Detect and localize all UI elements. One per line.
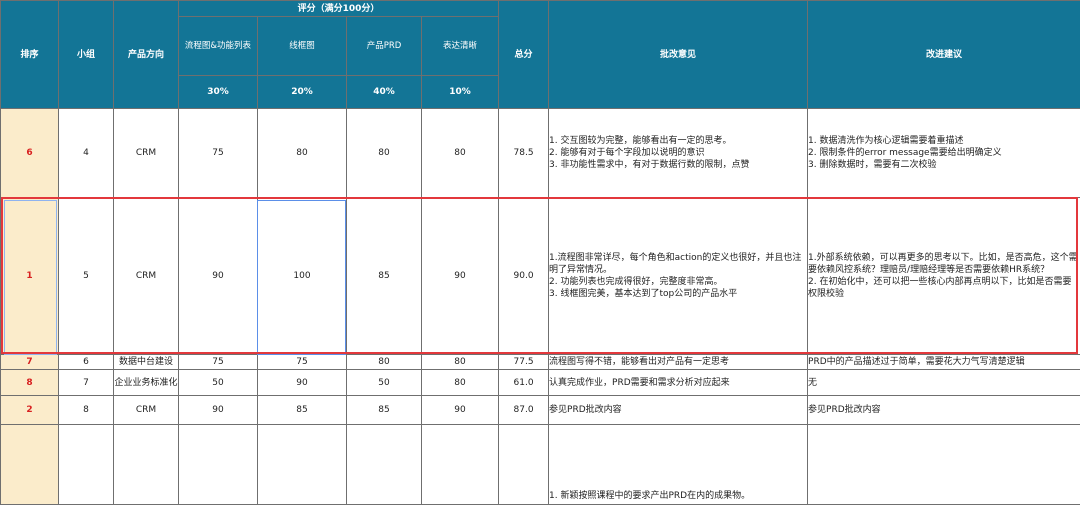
cell-comments[interactable]: 认真完成作业，PRD需要和需求分析对应起来 bbox=[549, 370, 808, 396]
cell-direction[interactable] bbox=[114, 425, 179, 505]
cell-score-clarity[interactable]: 90 bbox=[422, 396, 499, 425]
cell-score-flowchart[interactable]: 75 bbox=[179, 355, 258, 370]
weight-flowchart[interactable]: 30% bbox=[179, 76, 258, 109]
cell-suggestions[interactable]: 无 bbox=[808, 370, 1080, 396]
cell-comments[interactable]: 流程图写得不错，能够看出对产品有一定思考 bbox=[549, 355, 808, 370]
cell-suggestions[interactable]: 1.外部系统依赖，可以再更多的思考以下。比如，是否高危，这个需要依赖风控系统？理… bbox=[808, 198, 1080, 355]
cell-score-prd[interactable]: 85 bbox=[347, 396, 422, 425]
cell-rank[interactable]: 2 bbox=[1, 396, 59, 425]
table-row: 8 7 企业业务标准化 50 90 50 80 61.0 认真完成作业，PRD需… bbox=[1, 370, 1080, 396]
cell-score-flowchart[interactable]: 90 bbox=[179, 396, 258, 425]
header-criterion-flowchart[interactable]: 流程图&功能列表 bbox=[179, 17, 258, 76]
cell-direction[interactable]: 数据中台建设 bbox=[114, 355, 179, 370]
cell-comments[interactable]: 1. 交互图较为完整，能够看出有一定的思考。 2. 能够有对于每个字段加以说明的… bbox=[549, 109, 808, 198]
header-total[interactable]: 总分 bbox=[499, 1, 549, 109]
cell-direction[interactable]: CRM bbox=[114, 198, 179, 355]
header-group[interactable]: 小组 bbox=[59, 1, 114, 109]
cell-score-wireframe[interactable]: 90 bbox=[258, 370, 347, 396]
cell-group[interactable] bbox=[59, 425, 114, 505]
table-row: 1 5 CRM 90 100 85 90 90.0 1.流程图非常详尽，每个角色… bbox=[1, 198, 1080, 355]
cell-comments[interactable]: 1. 新颖按照课程中的要求产出PRD在内的成果物。 bbox=[549, 425, 808, 505]
cell-group[interactable]: 6 bbox=[59, 355, 114, 370]
cell-score-flowchart[interactable]: 90 bbox=[179, 198, 258, 355]
cell-comments[interactable]: 1.流程图非常详尽，每个角色和action的定义也很好，并且也注明了异常情况。 … bbox=[549, 198, 808, 355]
table-row: 6 4 CRM 75 80 80 80 78.5 1. 交互图较为完整，能够看出… bbox=[1, 109, 1080, 198]
cell-score-prd[interactable] bbox=[347, 425, 422, 505]
cell-total[interactable]: 87.0 bbox=[499, 396, 549, 425]
cell-score-flowchart[interactable]: 50 bbox=[179, 370, 258, 396]
cell-score-prd[interactable]: 80 bbox=[347, 109, 422, 198]
cell-group[interactable]: 8 bbox=[59, 396, 114, 425]
cell-score-wireframe[interactable] bbox=[258, 425, 347, 505]
cell-score-clarity[interactable]: 80 bbox=[422, 109, 499, 198]
cell-suggestions[interactable] bbox=[808, 425, 1080, 505]
cell-score-wireframe[interactable]: 85 bbox=[258, 396, 347, 425]
cell-total[interactable]: 77.5 bbox=[499, 355, 549, 370]
cell-direction[interactable]: CRM bbox=[114, 396, 179, 425]
cell-rank[interactable]: 8 bbox=[1, 370, 59, 396]
cell-group[interactable]: 5 bbox=[59, 198, 114, 355]
cell-total[interactable]: 61.0 bbox=[499, 370, 549, 396]
cell-total[interactable]: 78.5 bbox=[499, 109, 549, 198]
header-criterion-wireframe[interactable]: 线框图 bbox=[258, 17, 347, 76]
cell-suggestions[interactable]: 1. 数据清洗作为核心逻辑需要着重描述 2. 限制条件的error messag… bbox=[808, 109, 1080, 198]
cell-direction[interactable]: 企业业务标准化 bbox=[114, 370, 179, 396]
cell-score-prd[interactable]: 50 bbox=[347, 370, 422, 396]
cell-score-wireframe[interactable]: 80 bbox=[258, 109, 347, 198]
cell-group[interactable]: 4 bbox=[59, 109, 114, 198]
cell-score-clarity[interactable] bbox=[422, 425, 499, 505]
header-suggestions[interactable]: 改进建议 bbox=[808, 1, 1080, 109]
header-score-group[interactable]: 评分（满分100分） bbox=[179, 1, 499, 17]
header-rank[interactable]: 排序 bbox=[1, 1, 59, 109]
cell-score-wireframe[interactable]: 75 bbox=[258, 355, 347, 370]
table-row: 7 6 数据中台建设 75 75 80 80 77.5 流程图写得不错，能够看出… bbox=[1, 355, 1080, 370]
cell-direction[interactable]: CRM bbox=[114, 109, 179, 198]
cell-score-flowchart[interactable] bbox=[179, 425, 258, 505]
score-sheet: 排序 小组 产品方向 评分（满分100分） 总分 批改意见 改进建议 流程图&功… bbox=[0, 0, 1080, 480]
cell-score-wireframe[interactable]: 100 bbox=[258, 198, 347, 355]
cell-group[interactable]: 7 bbox=[59, 370, 114, 396]
cell-total[interactable] bbox=[499, 425, 549, 505]
cell-score-clarity[interactable]: 90 bbox=[422, 198, 499, 355]
cell-suggestions[interactable]: 参见PRD批改内容 bbox=[808, 396, 1080, 425]
cell-score-clarity[interactable]: 80 bbox=[422, 370, 499, 396]
cell-rank[interactable] bbox=[1, 425, 59, 505]
cell-score-flowchart[interactable]: 75 bbox=[179, 109, 258, 198]
score-table: 排序 小组 产品方向 评分（满分100分） 总分 批改意见 改进建议 流程图&功… bbox=[0, 0, 1080, 505]
cell-score-clarity[interactable]: 80 bbox=[422, 355, 499, 370]
cell-rank[interactable]: 6 bbox=[1, 109, 59, 198]
table-row: 2 8 CRM 90 85 85 90 87.0 参见PRD批改内容 参见PRD… bbox=[1, 396, 1080, 425]
header-criterion-clarity[interactable]: 表达清晰 bbox=[422, 17, 499, 76]
cell-rank[interactable]: 1 bbox=[1, 198, 59, 355]
cell-score-prd[interactable]: 85 bbox=[347, 198, 422, 355]
weight-clarity[interactable]: 10% bbox=[422, 76, 499, 109]
cell-rank[interactable]: 7 bbox=[1, 355, 59, 370]
cell-score-prd[interactable]: 80 bbox=[347, 355, 422, 370]
header-comments[interactable]: 批改意见 bbox=[549, 1, 808, 109]
header-direction[interactable]: 产品方向 bbox=[114, 1, 179, 109]
weight-wireframe[interactable]: 20% bbox=[258, 76, 347, 109]
weight-prd[interactable]: 40% bbox=[347, 76, 422, 109]
table-row: 1. 新颖按照课程中的要求产出PRD在内的成果物。 bbox=[1, 425, 1080, 505]
cell-suggestions[interactable]: PRD中的产品描述过于简单，需要花大力气写清楚逻辑 bbox=[808, 355, 1080, 370]
header-criterion-prd[interactable]: 产品PRD bbox=[347, 17, 422, 76]
cell-total[interactable]: 90.0 bbox=[499, 198, 549, 355]
cell-comments[interactable]: 参见PRD批改内容 bbox=[549, 396, 808, 425]
